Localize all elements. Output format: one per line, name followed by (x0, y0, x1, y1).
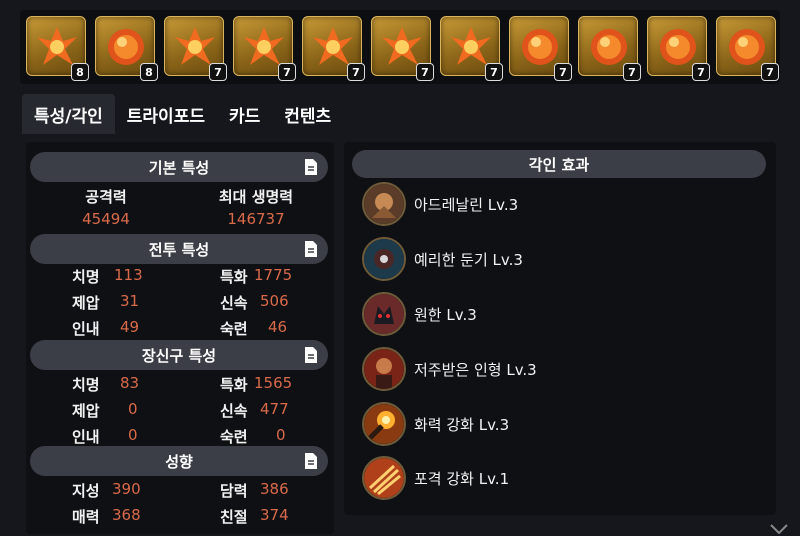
tab-bar: 특성/각인 트라이포드 카드 컨텐츠 (22, 94, 343, 134)
max-hp-value: 146737 (227, 210, 285, 228)
endu-value: 0 (128, 426, 138, 444)
swift-value: 477 (260, 400, 289, 418)
cursed-doll-icon (362, 347, 406, 391)
crit-value: 113 (114, 266, 143, 284)
barrage-enhancement-icon (362, 456, 406, 500)
gem-slot[interactable]: 7 (440, 16, 503, 81)
keen-blunt-weapon-icon (362, 237, 406, 281)
gem-slot[interactable]: 8 (95, 16, 158, 81)
engraving-name: 저주받은 인형 Lv.3 (414, 360, 537, 379)
section-title: 장신구 특성 (141, 346, 217, 365)
engraving-name: 포격 강화 Lv.1 (414, 469, 510, 488)
courage-value: 386 (260, 480, 289, 498)
gem-slot[interactable]: 7 (578, 16, 641, 81)
endu-label: 인내 (72, 428, 100, 446)
tab-tripod[interactable]: 트라이포드 (115, 94, 217, 134)
gem-slot[interactable]: 7 (716, 16, 779, 81)
engraving-name: 원한 Lv.3 (414, 305, 477, 324)
engravings-panel: 각인 효과 아드레날린 Lv.3 예리한 둔기 Lv.3 원한 Lv.3 저주받… (344, 142, 776, 515)
engravings-header: 각인 효과 (352, 150, 766, 178)
engraving-item[interactable]: 원한 Lv.3 (362, 292, 477, 336)
gem-level: 7 (209, 63, 227, 81)
tendency-header: 성향 (30, 446, 328, 476)
endu-value: 49 (120, 318, 140, 336)
gem-level: 7 (623, 63, 641, 81)
dom-value: 0 (128, 400, 138, 418)
tab-stats-engravings[interactable]: 특성/각인 (22, 94, 115, 134)
engraving-item[interactable]: 포격 강화 Lv.1 (362, 456, 509, 500)
gem-level: 7 (347, 63, 365, 81)
crit-value: 83 (120, 374, 140, 392)
exp-value: 0 (276, 426, 286, 444)
crit-label: 치명 (72, 268, 100, 286)
engraving-item[interactable]: 예리한 둔기 Lv.3 (362, 237, 523, 281)
gem-level: 7 (692, 63, 710, 81)
gem-level: 7 (761, 63, 779, 81)
document-icon[interactable] (304, 158, 318, 176)
chevron-down-icon[interactable] (770, 524, 788, 534)
engraving-item[interactable]: 화력 강화 Lv.3 (362, 402, 509, 446)
courage-label: 담력 (220, 482, 248, 500)
stats-panel: 기본 특성 공격력 45494 최대 생명력 146737 전투 특성 치명 1… (26, 142, 334, 534)
gem-level: 7 (278, 63, 296, 81)
swift-value: 506 (260, 292, 289, 310)
document-icon[interactable] (304, 452, 318, 470)
spec-value: 1775 (254, 266, 293, 284)
engraving-item[interactable]: 아드레날린 Lv.3 (362, 182, 518, 226)
intellect-label: 지성 (72, 482, 100, 500)
dom-label: 제압 (72, 294, 100, 312)
section-title: 각인 효과 (528, 155, 590, 174)
adrenaline-icon (362, 182, 406, 226)
attack-label: 공격력 (85, 188, 127, 206)
gem-level: 8 (140, 63, 158, 81)
gem-slot[interactable]: 7 (371, 16, 434, 81)
gem-slot[interactable]: 7 (302, 16, 365, 81)
engraving-item[interactable]: 저주받은 인형 Lv.3 (362, 347, 537, 391)
section-title: 성향 (165, 452, 193, 471)
firepower-enhancement-icon (362, 402, 406, 446)
swift-label: 신속 (220, 294, 248, 312)
engraving-name: 화력 강화 Lv.3 (414, 415, 510, 434)
spec-label: 특화 (220, 268, 248, 286)
section-title: 기본 특성 (148, 158, 210, 177)
document-icon[interactable] (304, 240, 318, 258)
crit-label: 치명 (72, 376, 100, 394)
attack-value: 45494 (82, 210, 130, 228)
gem-level: 8 (71, 63, 89, 81)
combat-stats-header: 전투 특성 (30, 234, 328, 264)
spec-label: 특화 (220, 376, 248, 394)
gem-slot[interactable]: 7 (509, 16, 572, 81)
gem-slot[interactable]: 7 (647, 16, 710, 81)
dom-label: 제압 (72, 402, 100, 420)
endu-label: 인내 (72, 320, 100, 338)
gem-slot[interactable]: 7 (233, 16, 296, 81)
grudge-icon (362, 292, 406, 336)
gem-level: 7 (554, 63, 572, 81)
dom-value: 31 (120, 292, 140, 310)
exp-value: 46 (268, 318, 288, 336)
engraving-name: 아드레날린 Lv.3 (414, 195, 519, 214)
max-hp-label: 최대 생명력 (218, 188, 294, 206)
spec-value: 1565 (254, 374, 293, 392)
tab-cards[interactable]: 카드 (217, 94, 272, 134)
section-title: 전투 특성 (148, 240, 210, 259)
accessory-stats-header: 장신구 특성 (30, 340, 328, 370)
swift-label: 신속 (220, 402, 248, 420)
engraving-name: 예리한 둔기 Lv.3 (414, 250, 523, 269)
kindness-value: 374 (260, 506, 289, 524)
tab-contents[interactable]: 컨텐츠 (272, 94, 343, 134)
gem-slot[interactable]: 7 (164, 16, 227, 81)
kindness-label: 친절 (220, 508, 248, 526)
intellect-value: 390 (112, 480, 141, 498)
exp-label: 숙련 (220, 320, 248, 338)
basic-stats-header: 기본 특성 (30, 152, 328, 182)
gem-slot[interactable]: 8 (26, 16, 89, 81)
document-icon[interactable] (304, 346, 318, 364)
exp-label: 숙련 (220, 428, 248, 446)
gem-level: 7 (485, 63, 503, 81)
gem-strip: 8 8 7 7 7 7 7 7 7 7 7 (20, 10, 780, 84)
charm-label: 매력 (72, 508, 100, 526)
gem-level: 7 (416, 63, 434, 81)
charm-value: 368 (112, 506, 141, 524)
